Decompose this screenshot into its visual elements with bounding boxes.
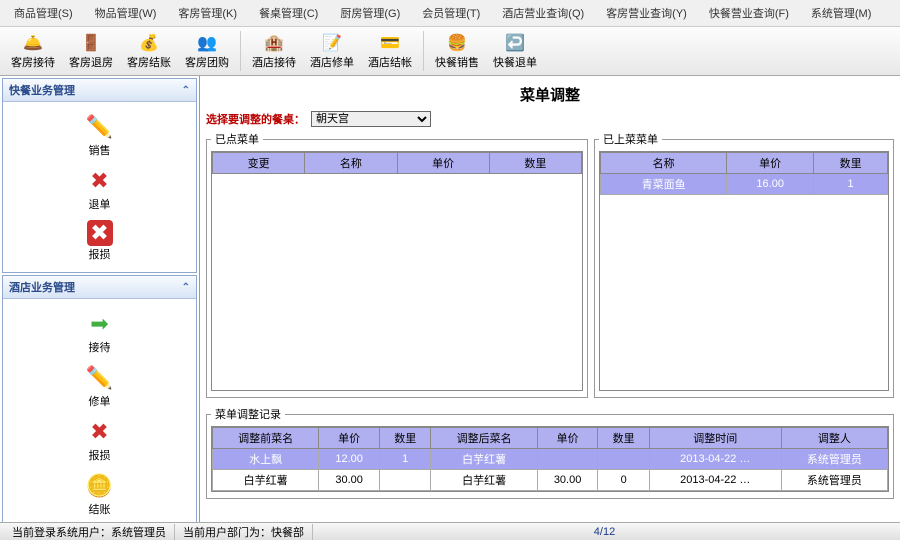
chevron-up-icon: ⌃ <box>182 85 190 96</box>
page-title: 菜单调整 <box>206 84 894 105</box>
toolbar-button[interactable]: 🛎️客房接待 <box>4 29 62 73</box>
panel-header[interactable]: 快餐业务管理⌃ <box>3 79 196 102</box>
toolbar-button[interactable]: 💳酒店结帐 <box>361 29 419 73</box>
menu-item[interactable]: 酒店营业查询(Q) <box>492 2 594 24</box>
table-row[interactable]: 青菜面鱼16.001 <box>601 174 888 195</box>
ordered-table[interactable]: 变更名称单价数里 <box>212 152 582 174</box>
ordered-legend: 已点菜单 <box>211 131 263 147</box>
menu-item[interactable]: 物品管理(W) <box>85 2 167 24</box>
sidebar-item[interactable]: ✖退单 <box>85 166 115 212</box>
sidebar-icon: ✏️ <box>85 112 115 142</box>
panel-header[interactable]: 酒店业务管理⌃ <box>3 276 196 299</box>
menu-item[interactable]: 商品管理(S) <box>4 2 83 24</box>
table-row[interactable]: 水上飘12.001白芋红薯2013-04-22 …系统管理员 <box>213 449 888 470</box>
toolbar-button[interactable]: 🏨酒店接待 <box>245 29 303 73</box>
toolbar-icon: ↩️ <box>504 32 526 54</box>
sidebar-item[interactable]: ➡接待 <box>85 309 115 355</box>
toolbar-icon: 📝 <box>321 32 343 54</box>
toolbar-button[interactable]: ↩️快餐退单 <box>486 29 544 73</box>
sidebar-icon: 🪙 <box>85 471 115 501</box>
sidebar: 快餐业务管理⌃✏️销售✖退单✖报损酒店业务管理⌃➡接待✏️修单✖报损🪙结账客房业… <box>0 76 200 540</box>
menu-item[interactable]: 客房营业查询(Y) <box>596 2 697 24</box>
sidebar-icon: ✖ <box>87 220 113 246</box>
ordered-fieldset: 已点菜单 变更名称单价数里 <box>206 131 588 398</box>
sidebar-icon: ✖ <box>85 417 115 447</box>
toolbar-icon: 🏨 <box>263 32 285 54</box>
sidebar-item[interactable]: ✖报损 <box>87 220 113 262</box>
log-table[interactable]: 调整前菜名单价数里调整后菜名单价数里调整时间调整人 水上飘12.001白芋红薯2… <box>212 427 888 491</box>
menubar: 商品管理(S)物品管理(W)客房管理(K)餐桌管理(C)厨房管理(G)会员管理(… <box>0 0 900 27</box>
menu-item[interactable]: 系统管理(M) <box>801 2 882 24</box>
select-label: 选择要调整的餐桌： <box>206 111 305 127</box>
served-legend: 已上菜菜单 <box>599 131 662 147</box>
sidebar-item[interactable]: ✏️修单 <box>85 363 115 409</box>
toolbar-icon: 💰 <box>138 32 160 54</box>
table-row[interactable]: 白芋红薯30.00白芋红薯30.0002013-04-22 …系统管理员 <box>213 470 888 491</box>
main-content: 菜单调整 选择要调整的餐桌： 朝天宫 已点菜单 变更名称单价数里 已上菜菜单 <box>200 76 900 540</box>
table-select[interactable]: 朝天宫 <box>311 111 431 127</box>
sidebar-item[interactable]: ✏️销售 <box>85 112 115 158</box>
menu-item[interactable]: 餐桌管理(C) <box>249 2 328 24</box>
toolbar-button[interactable]: 📝酒店修单 <box>303 29 361 73</box>
pager: 4/12 <box>313 526 896 538</box>
table-select-row: 选择要调整的餐桌： 朝天宫 <box>206 111 894 127</box>
sidebar-icon: ✖ <box>85 166 115 196</box>
toolbar: 🛎️客房接待🚪客房退房💰客房结账👥客房团购🏨酒店接待📝酒店修单💳酒店结帐🍔快餐销… <box>0 27 900 76</box>
statusbar: 当前登录系统用户：系统管理员 当前用户部门为：快餐部 4/12 <box>0 522 900 540</box>
sidebar-item[interactable]: 🪙结账 <box>85 471 115 517</box>
sidebar-icon: ➡ <box>85 309 115 339</box>
toolbar-icon: 🚪 <box>80 32 102 54</box>
toolbar-icon: 🍔 <box>446 32 468 54</box>
toolbar-icon: 🛎️ <box>22 32 44 54</box>
sidebar-item[interactable]: ✖报损 <box>85 417 115 463</box>
toolbar-button[interactable]: 🚪客房退房 <box>62 29 120 73</box>
toolbar-button[interactable]: 💰客房结账 <box>120 29 178 73</box>
toolbar-button[interactable]: 🍔快餐销售 <box>428 29 486 73</box>
menu-item[interactable]: 厨房管理(G) <box>330 2 410 24</box>
sidebar-icon: ✏️ <box>85 363 115 393</box>
toolbar-icon: 💳 <box>379 32 401 54</box>
chevron-up-icon: ⌃ <box>182 282 190 293</box>
log-legend: 菜单调整记录 <box>211 406 285 422</box>
served-fieldset: 已上菜菜单 名称单价数里 青菜面鱼16.001 <box>594 131 894 398</box>
menu-item[interactable]: 快餐营业查询(F) <box>699 2 799 24</box>
served-table[interactable]: 名称单价数里 青菜面鱼16.001 <box>600 152 888 195</box>
log-fieldset: 菜单调整记录 调整前菜名单价数里调整后菜名单价数里调整时间调整人 水上飘12.0… <box>206 406 894 499</box>
toolbar-icon: 👥 <box>196 32 218 54</box>
menu-item[interactable]: 客房管理(K) <box>168 2 247 24</box>
menu-item[interactable]: 会员管理(T) <box>412 2 490 24</box>
toolbar-button[interactable]: 👥客房团购 <box>178 29 236 73</box>
